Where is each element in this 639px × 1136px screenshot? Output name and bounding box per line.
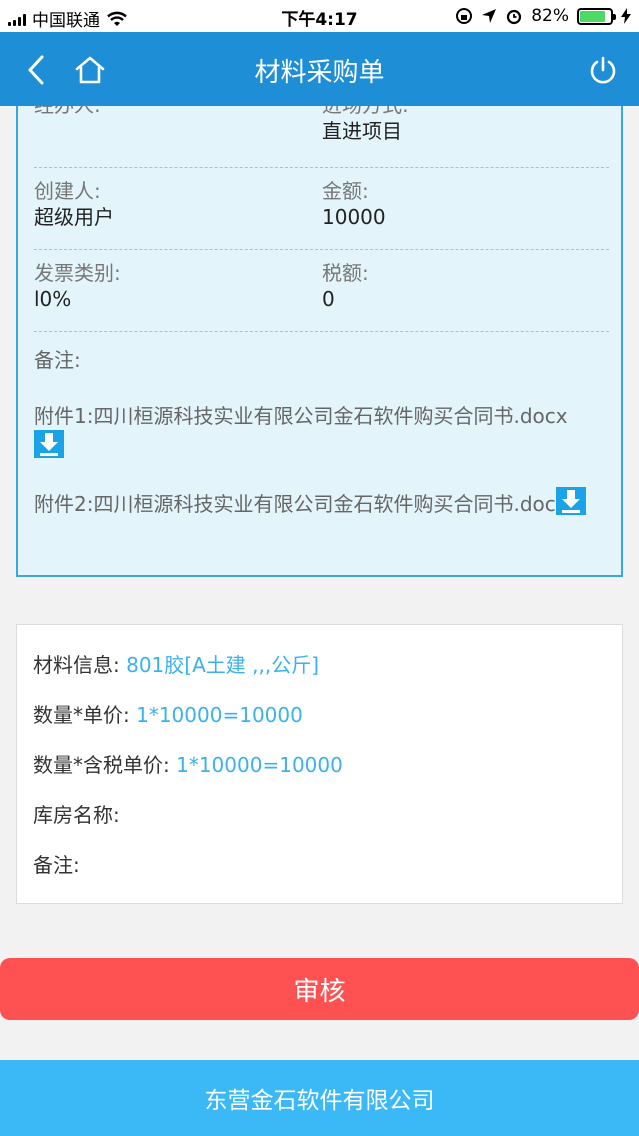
order-info-card: 经办人: 进场方式: 直进项目 创建人: 超级用户 金额: 10000 发票类别…: [16, 106, 623, 577]
attachment-2: 附件2:四川桓源科技实业有限公司金石软件购买合同书.doc: [34, 487, 594, 518]
material-info-card: 材料信息: 801胶[A土建 ,,,公斤] 数量*单价: 1*10000=100…: [16, 624, 623, 904]
download-icon[interactable]: [34, 430, 64, 458]
power-button[interactable]: [581, 48, 625, 92]
attachment-1-label: 附件1:: [34, 404, 94, 428]
rotation-lock-icon: [456, 8, 473, 24]
qty-tax-price-label: 数量*含税单价:: [33, 753, 170, 777]
creator-field: 创建人: 超级用户: [34, 178, 114, 230]
status-right: 82%: [455, 6, 631, 26]
alarm-icon: [507, 9, 522, 25]
content-area[interactable]: 经办人: 进场方式: 直进项目 创建人: 超级用户 金额: 10000 发票类别…: [0, 106, 639, 1136]
battery-icon: [577, 7, 616, 25]
warehouse-label: 库房名称:: [33, 803, 120, 827]
entry-label: 进场方式:: [322, 106, 409, 118]
location-icon: [482, 9, 497, 23]
info-row-handler: 经办人: 进场方式: 直进项目: [34, 106, 609, 168]
download-icon[interactable]: [555, 487, 586, 515]
power-icon: [590, 56, 616, 84]
attachment-1: 附件1:四川桓源科技实业有限公司金石软件购买合同书.docx: [34, 402, 594, 461]
material-info-row: 材料信息: 801胶[A土建 ,,,公斤]: [33, 651, 319, 679]
invoice-field: 发票类别: l0%: [34, 260, 121, 312]
footer-company: 东营金石软件有限公司: [0, 1060, 639, 1136]
battery-percent: 82%: [531, 6, 569, 26]
handler-field: 经办人:: [34, 106, 101, 118]
tax-field: 税额: 0: [322, 260, 369, 312]
qty-price-label: 数量*单价:: [33, 703, 130, 727]
amount-field: 金额: 10000: [322, 178, 386, 230]
charging-icon: [621, 8, 631, 24]
entry-value: 直进项目: [322, 119, 402, 143]
info-row-creator: 创建人: 超级用户 金额: 10000: [34, 178, 609, 250]
entry-field: 进场方式: 直进项目: [322, 106, 409, 144]
page-title: 材料采购单: [254, 58, 385, 88]
qty-price-value: 1*10000=10000: [136, 703, 303, 727]
approve-button[interactable]: 审核: [0, 958, 639, 1020]
attachment-2-label: 附件2:: [34, 492, 94, 516]
remark-label: 备注:: [34, 348, 81, 372]
amount-value: 10000: [322, 205, 386, 229]
material-info-label: 材料信息:: [33, 653, 120, 677]
qty-tax-price-row: 数量*含税单价: 1*10000=10000: [33, 751, 343, 779]
handler-label: 经办人:: [34, 106, 101, 118]
invoice-value: l0%: [34, 287, 72, 311]
info-row-invoice: 发票类别: l0% 税额: 0: [34, 260, 609, 332]
creator-label: 创建人:: [34, 179, 101, 203]
status-bar: 中国联通 下午4:17 82%: [0, 0, 639, 32]
qty-tax-price-value: 1*10000=10000: [176, 753, 343, 777]
creator-value: 超级用户: [34, 205, 114, 229]
battery-fill: [580, 10, 605, 22]
invoice-label: 发票类别:: [34, 261, 121, 285]
material-remark-label: 备注:: [33, 853, 80, 877]
tax-value: 0: [322, 287, 335, 311]
amount-label: 金额:: [322, 179, 369, 203]
attachment-1-name[interactable]: 四川桓源科技实业有限公司金石软件购买合同书.docx: [93, 404, 567, 428]
nav-bar: 材料采购单: [0, 32, 639, 106]
attachment-2-name[interactable]: 四川桓源科技实业有限公司金石软件购买合同书.doc: [93, 492, 555, 516]
qty-price-row: 数量*单价: 1*10000=10000: [33, 701, 303, 729]
material-info-value: 801胶[A土建 ,,,公斤]: [126, 653, 319, 677]
tax-label: 税额:: [322, 261, 369, 285]
